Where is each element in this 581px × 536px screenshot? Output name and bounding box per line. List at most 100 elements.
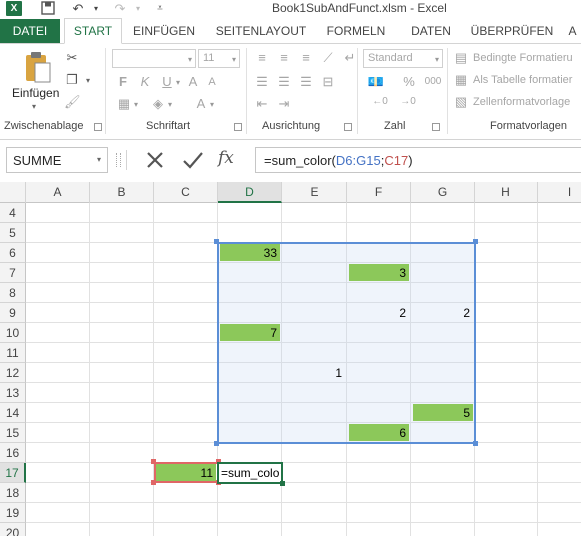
column-header-c[interactable]: C [154,182,218,203]
cell-d6[interactable]: 33 [218,246,277,260]
select-all-corner[interactable] [0,182,26,203]
copy-icon[interactable]: ❐ [64,72,80,88]
underline-button[interactable]: U [160,74,174,89]
cell-d10[interactable]: 7 [218,326,277,340]
worksheet-grid[interactable]: ABCDEFGHI 4 5 6 7 8 9 10 11 12 13 14 15 16 17 18 19 20 3… [0,182,581,536]
font-name-field[interactable]: ▾ [112,49,196,68]
formula-bar-grip-icon[interactable] [116,153,121,167]
cell-f9[interactable]: 2 [347,306,406,320]
criteria-resize-handle[interactable] [151,480,156,485]
row-header-14[interactable]: 14 [0,403,26,423]
save-icon[interactable] [40,1,56,16]
decrease-indent-icon[interactable]: ⇤ [254,96,270,112]
number-format-field[interactable]: Standard ▾ [363,49,443,68]
tab-formulas[interactable]: FORMELN [320,19,392,43]
range-resize-handle[interactable] [214,441,219,446]
paste-dropdown-icon[interactable]: ▾ [32,102,36,111]
fill-color-dropdown-icon[interactable]: ▾ [168,100,172,109]
borders-dropdown-icon[interactable]: ▾ [134,100,138,109]
row-header-17[interactable]: 17 [0,463,26,483]
increase-indent-icon[interactable]: ⇥ [276,96,292,112]
align-top-icon[interactable]: ≡ [254,50,270,65]
undo-dropdown-icon[interactable]: ▾ [88,1,104,16]
cell-styles-icon[interactable]: ▧ [453,94,469,110]
bold-button[interactable]: F [116,74,130,89]
tab-start[interactable]: START [64,18,122,44]
format-as-table-icon[interactable]: ▦ [453,72,469,88]
criteria-resize-handle[interactable] [151,459,156,464]
clipboard-launcher-icon[interactable] [94,123,102,131]
cell-styles-button[interactable]: Zellenformatvorlage [473,96,570,108]
fill-color-icon[interactable]: ◈ [150,96,166,112]
tab-insert[interactable]: EINFÜGEN [128,19,200,43]
formula-input[interactable]: =sum_color(D6:G15;C17) [255,147,581,173]
decrease-decimal-icon[interactable]: →0 [398,96,418,107]
percent-button[interactable]: % [402,74,416,89]
column-header-e[interactable]: E [283,182,347,203]
number-launcher-icon[interactable] [432,123,440,131]
cancel-formula-icon[interactable] [142,147,168,173]
shrink-font-button[interactable]: A [206,76,218,88]
alignment-launcher-icon[interactable] [344,123,352,131]
redo-dropdown-icon[interactable]: ▾ [130,1,146,16]
row-header-16[interactable]: 16 [0,443,26,463]
row-header-13[interactable]: 13 [0,383,26,403]
tab-file[interactable]: DATEI [0,19,60,43]
paste-icon[interactable] [22,50,52,86]
row-header-20[interactable]: 20 [0,523,26,536]
row-header-12[interactable]: 12 [0,363,26,383]
redo-icon[interactable]: ↷ [112,1,128,16]
align-right-icon[interactable]: ☰ [298,74,314,90]
font-name-dropdown-icon[interactable]: ▾ [188,55,192,64]
tab-data[interactable]: DATEN [402,19,460,43]
column-header-a[interactable]: A [26,182,90,203]
conditional-formatting-icon[interactable]: ▤ [453,50,469,66]
undo-icon[interactable]: ↶ [70,1,86,16]
tab-page-layout[interactable]: SEITENLAYOUT [210,19,312,43]
font-color-dropdown-icon[interactable]: ▾ [210,100,214,109]
cell-f15[interactable]: 6 [347,426,406,440]
cell-g9[interactable]: 2 [411,306,470,320]
column-header-g[interactable]: G [411,182,475,203]
italic-button[interactable]: K [138,74,152,89]
range-resize-handle[interactable] [473,441,478,446]
row-header-5[interactable]: 5 [0,223,26,243]
name-box-dropdown-icon[interactable]: ▾ [97,155,101,164]
fill-handle[interactable] [280,481,285,486]
cell-e12[interactable]: 1 [283,366,342,380]
paste-button[interactable]: Einfügen [12,86,59,100]
row-header-18[interactable]: 18 [0,483,26,503]
orientation-icon[interactable]: ⟋ [320,50,336,66]
font-color-button[interactable]: A [194,96,208,111]
font-size-field[interactable]: 11 ▾ [198,49,240,68]
wrap-text-icon[interactable]: ↵ [342,50,358,66]
column-header-h[interactable]: H [474,182,538,203]
insert-function-button[interactable]: fx [218,148,234,168]
align-middle-icon[interactable]: ≡ [276,50,292,65]
underline-dropdown-icon[interactable]: ▾ [176,78,180,87]
row-header-6[interactable]: 6 [0,243,26,263]
row-header-15[interactable]: 15 [0,423,26,443]
format-painter-icon[interactable]: 🖌 [64,94,81,110]
merge-center-icon[interactable]: ⊟ [320,74,336,90]
row-header-7[interactable]: 7 [0,263,26,283]
column-header-d[interactable]: D [218,182,282,203]
number-format-dropdown-icon[interactable]: ▾ [435,55,439,64]
enter-formula-icon[interactable] [180,147,206,173]
align-center-icon[interactable]: ☰ [276,74,292,90]
align-bottom-icon[interactable]: ≡ [298,50,314,65]
grow-font-button[interactable]: A [186,74,200,89]
row-header-19[interactable]: 19 [0,503,26,523]
row-header-9[interactable]: 9 [0,303,26,323]
row-header-8[interactable]: 8 [0,283,26,303]
currency-icon[interactable]: 💶 [366,74,386,90]
range-resize-handle[interactable] [473,239,478,244]
row-header-11[interactable]: 11 [0,343,26,363]
column-header-b[interactable]: B [90,182,154,203]
cut-icon[interactable]: ✂ [64,50,80,66]
format-as-table-button[interactable]: Als Tabelle formatier [473,74,572,86]
name-box[interactable]: SUMME ▾ [6,147,108,173]
tab-view[interactable]: A [564,19,581,43]
align-left-icon[interactable]: ☰ [254,74,270,90]
column-header-i[interactable]: I [538,182,581,203]
